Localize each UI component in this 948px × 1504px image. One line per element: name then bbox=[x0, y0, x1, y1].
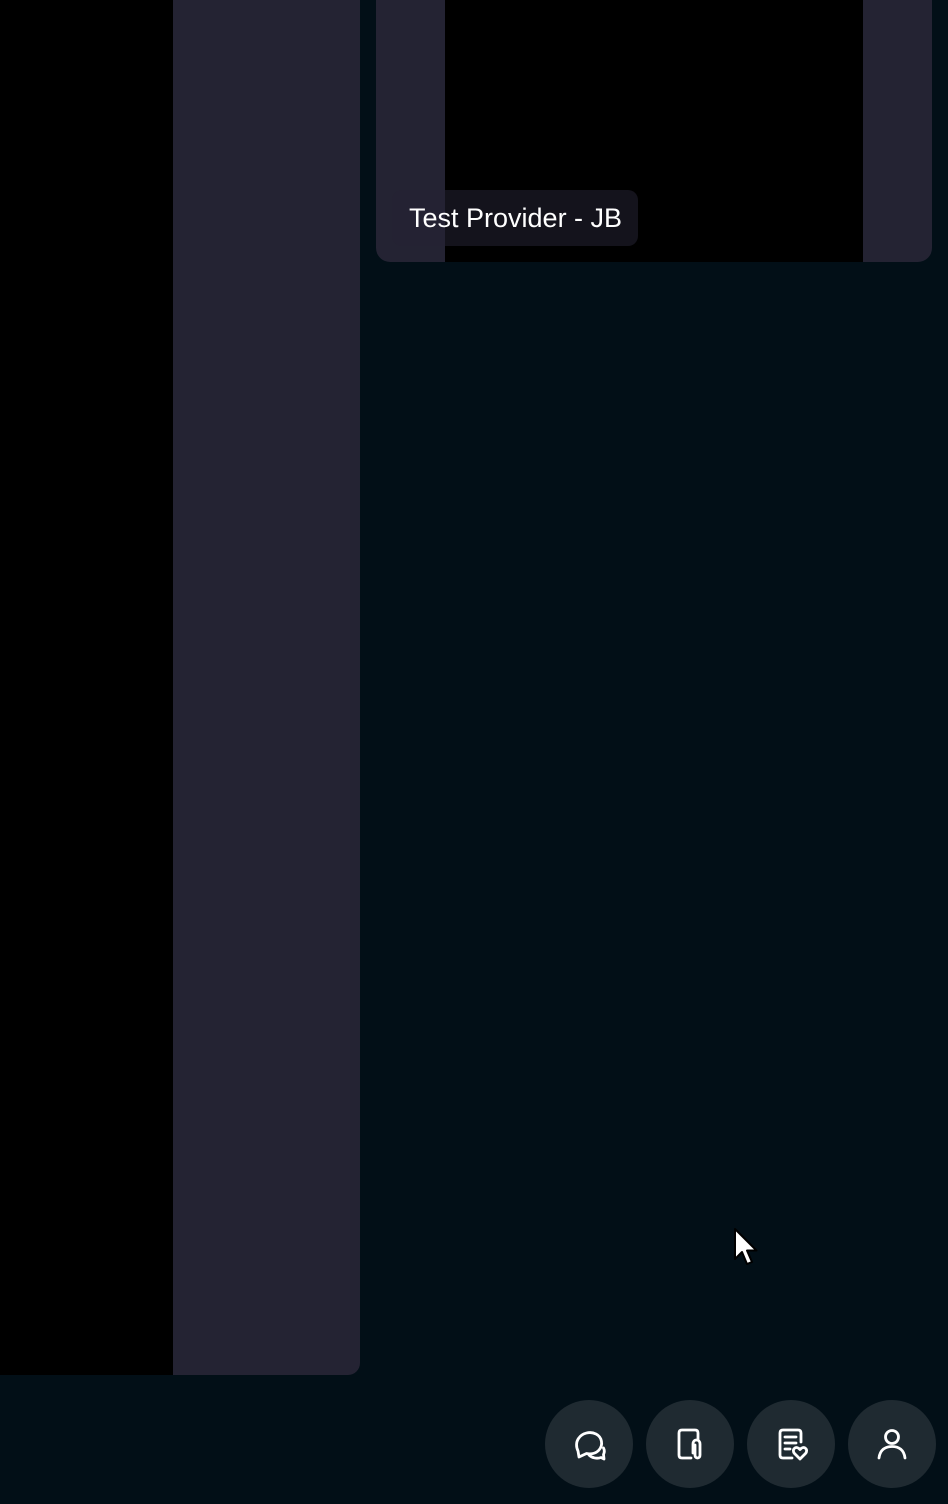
files-button[interactable] bbox=[646, 1400, 734, 1488]
mouse-pointer-icon bbox=[734, 1228, 758, 1265]
main-participant-video bbox=[0, 0, 173, 1375]
chat-button[interactable] bbox=[545, 1400, 633, 1488]
user-icon bbox=[877, 1429, 907, 1460]
secondary-participant-tile[interactable]: Test Provider - JB bbox=[376, 0, 932, 262]
health-document-icon bbox=[778, 1428, 809, 1461]
main-participant-tile bbox=[0, 0, 360, 1375]
health-records-button[interactable] bbox=[747, 1400, 835, 1488]
chat-icon bbox=[575, 1431, 606, 1461]
participant-name-label: Test Provider - JB bbox=[392, 190, 639, 246]
file-attachment-icon bbox=[677, 1428, 702, 1460]
call-toolbar bbox=[545, 1400, 936, 1488]
profile-button[interactable] bbox=[848, 1400, 936, 1488]
